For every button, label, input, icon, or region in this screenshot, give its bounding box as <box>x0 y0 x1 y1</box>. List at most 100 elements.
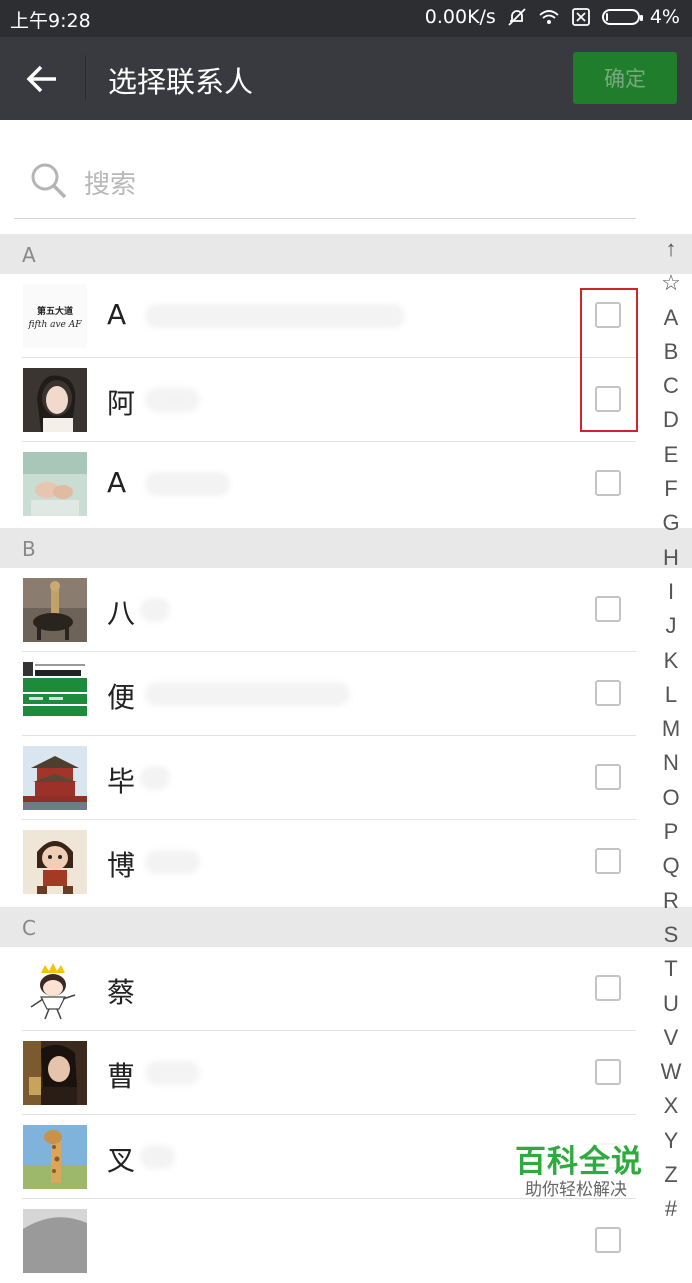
status-bar: 上午9:28 0.00K/s 4% <box>0 0 692 37</box>
index-letter[interactable]: O <box>655 781 687 815</box>
index-letter[interactable]: S <box>655 918 687 952</box>
contact-avatar <box>23 1041 87 1105</box>
index-letter[interactable]: F <box>655 472 687 506</box>
index-letter[interactable]: R <box>655 884 687 918</box>
index-letter[interactable]: A <box>655 301 687 335</box>
contact-avatar: 第五大道 fifth ave AF <box>23 284 87 348</box>
header-divider <box>85 55 86 101</box>
contact-avatar <box>23 368 87 432</box>
index-letter[interactable]: B <box>655 335 687 369</box>
contact-name: 曹 <box>107 1060 136 1093</box>
page-title: 选择联系人 <box>108 65 254 99</box>
section-letter: A <box>22 243 36 267</box>
index-letter[interactable]: ↑ <box>655 232 687 266</box>
watermark-logo: 百科全说 助你轻松解决 <box>495 1128 665 1200</box>
index-letter[interactable]: I <box>655 575 687 609</box>
index-letter[interactable]: G <box>655 506 687 540</box>
contact-name: 叉 <box>107 1144 136 1177</box>
index-letter[interactable]: N <box>655 746 687 780</box>
section-header-c: C <box>0 907 692 947</box>
contact-checkbox[interactable] <box>595 848 621 874</box>
index-letter[interactable]: J <box>655 609 687 643</box>
index-letter[interactable]: D <box>655 403 687 437</box>
index-letter[interactable]: L <box>655 678 687 712</box>
confirm-button[interactable]: 确定 <box>573 52 677 104</box>
battery-percent: 4% <box>649 6 680 28</box>
battery-icon <box>601 9 643 25</box>
network-speed: 0.00K/s <box>424 6 496 28</box>
index-letter[interactable]: U <box>655 987 687 1021</box>
blurred-name-detail <box>145 388 200 412</box>
contact-name: A <box>107 298 127 331</box>
contact-name: 阿 <box>107 387 136 420</box>
index-letter[interactable]: V <box>655 1021 687 1055</box>
contact-avatar <box>23 578 87 642</box>
contact-name: 便 <box>107 681 136 714</box>
contact-name: 毕 <box>107 765 136 798</box>
contact-row[interactable]: 便 <box>0 652 692 736</box>
index-letter[interactable]: M <box>655 712 687 746</box>
search-input[interactable]: 搜索 <box>84 164 136 201</box>
status-time: 上午9:28 <box>10 10 91 32</box>
blurred-name-detail <box>140 766 170 790</box>
contact-row[interactable]: 蔡 <box>0 947 692 1031</box>
contact-row[interactable] <box>0 1199 692 1283</box>
section-header-b: B <box>0 528 692 568</box>
contact-avatar <box>23 1209 87 1273</box>
contact-checkbox[interactable] <box>595 596 621 622</box>
contact-avatar <box>23 957 87 1021</box>
section-letter: C <box>22 916 36 940</box>
status-right: 0.00K/s 4% <box>425 6 680 28</box>
blurred-name-detail <box>140 598 170 622</box>
index-letter[interactable]: ☆ <box>655 266 687 300</box>
contact-name: 蔡 <box>107 976 136 1009</box>
logo-text-en: fifth ave AF <box>28 320 83 330</box>
blurred-name-detail <box>145 304 405 328</box>
contact-name: 八 <box>107 597 136 630</box>
contact-row[interactable]: 八 <box>0 568 692 652</box>
index-letter[interactable]: P <box>655 815 687 849</box>
section-letter: B <box>22 537 36 561</box>
contact-avatar <box>23 830 87 894</box>
mute-bell-icon <box>508 8 526 26</box>
contact-checkbox[interactable] <box>595 975 621 1001</box>
section-header-a: A <box>0 234 692 274</box>
blurred-name-detail <box>145 682 350 706</box>
blurred-name-detail <box>145 850 200 874</box>
contact-row[interactable]: 毕 <box>0 736 692 820</box>
contact-checkbox[interactable] <box>595 764 621 790</box>
contact-checkbox[interactable] <box>595 1227 621 1253</box>
contact-avatar <box>23 662 87 726</box>
blurred-name-detail <box>145 472 230 496</box>
contact-avatar <box>23 452 87 516</box>
index-letter[interactable]: Q <box>655 849 687 883</box>
watermark-subtitle: 助你轻松解决 <box>525 1180 627 1200</box>
no-sim-icon <box>571 8 590 26</box>
contact-row[interactable]: 曹 <box>0 1031 692 1115</box>
contact-avatar <box>23 746 87 810</box>
app-header: 选择联系人 确定 <box>0 37 692 120</box>
index-letter[interactable]: T <box>655 952 687 986</box>
search-bar[interactable]: 搜索 <box>14 140 636 219</box>
blurred-name-detail <box>140 1145 175 1169</box>
index-letter[interactable]: C <box>655 369 687 403</box>
logo-text-cn: 第五大道 <box>37 305 73 317</box>
highlight-box <box>580 288 638 432</box>
index-letter[interactable]: X <box>655 1089 687 1123</box>
index-letter[interactable]: W <box>655 1055 687 1089</box>
blurred-name-detail <box>145 1061 200 1085</box>
contact-avatar <box>23 1125 87 1189</box>
back-arrow-icon[interactable] <box>22 59 62 99</box>
alphabet-index-bar[interactable]: ↑ ☆ A B C D E F G H I J K L M N O P Q R S T U V W X Y Z # <box>655 232 687 1227</box>
contact-checkbox[interactable] <box>595 680 621 706</box>
index-letter[interactable]: H <box>655 541 687 575</box>
index-letter[interactable]: E <box>655 438 687 472</box>
contact-checkbox[interactable] <box>595 1059 621 1085</box>
contact-row[interactable]: A <box>0 442 692 526</box>
search-icon <box>31 163 67 199</box>
contact-checkbox[interactable] <box>595 470 621 496</box>
contact-row[interactable]: 博 <box>0 820 692 904</box>
wifi-icon <box>539 10 559 24</box>
contact-name: A <box>107 466 127 499</box>
index-letter[interactable]: K <box>655 644 687 678</box>
